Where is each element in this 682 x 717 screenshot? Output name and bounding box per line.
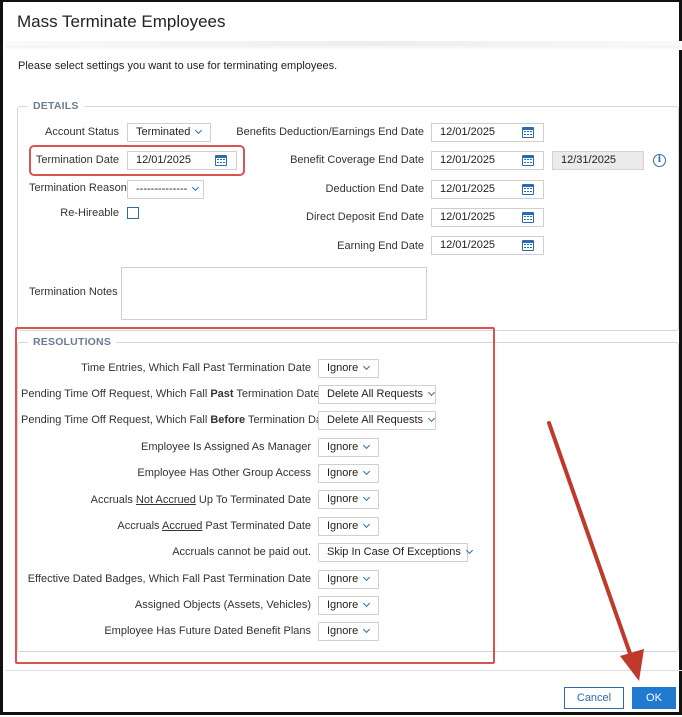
- re-hireable-checkbox[interactable]: [127, 207, 139, 219]
- chevron-down-icon: [195, 126, 203, 135]
- benefits-deduction-end-input[interactable]: 12/01/2025: [431, 123, 544, 142]
- termination-reason-select[interactable]: --------------: [127, 180, 204, 199]
- deduction-end-value: 12/01/2025: [440, 183, 496, 195]
- details-legend: DETAILS: [28, 100, 84, 112]
- termination-reason-value: --------------: [136, 183, 188, 195]
- calendar-icon[interactable]: [522, 155, 534, 166]
- title-divider-shade: [6, 46, 682, 50]
- benefit-coverage-end-value: 12/01/2025: [440, 154, 496, 166]
- earning-end-input[interactable]: 12/01/2025: [431, 236, 544, 255]
- account-status-value: Terminated: [136, 126, 191, 138]
- termination-reason-label: Termination Reason: [29, 182, 127, 194]
- chevron-down-icon: [192, 183, 200, 192]
- direct-deposit-end-value: 12/01/2025: [440, 211, 496, 223]
- direct-deposit-end-input[interactable]: 12/01/2025: [431, 208, 544, 227]
- benefit-coverage-end-label: Benefit Coverage End Date: [290, 154, 424, 166]
- instructions-text: Please select settings you want to use f…: [18, 60, 338, 72]
- cancel-button[interactable]: Cancel: [564, 687, 624, 709]
- direct-deposit-end-label: Direct Deposit End Date: [306, 211, 424, 223]
- benefits-deduction-end-label: Benefits Deduction/Earnings End Date: [236, 126, 424, 138]
- calendar-icon[interactable]: [522, 212, 534, 223]
- calendar-icon[interactable]: [522, 240, 534, 251]
- dialog-window: Mass Terminate Employees Please select s…: [0, 0, 682, 715]
- termination-notes-label: Termination Notes: [29, 286, 118, 298]
- calendar-icon[interactable]: [522, 127, 534, 138]
- benefit-coverage-end-readonly: 12/31/2025: [552, 151, 644, 170]
- dialog-title: Mass Terminate Employees: [17, 12, 226, 31]
- deduction-end-label: Deduction End Date: [325, 183, 424, 195]
- benefit-coverage-end-input[interactable]: 12/01/2025: [431, 151, 544, 170]
- benefit-coverage-end-secondary-value: 12/31/2025: [561, 154, 617, 166]
- earning-end-label: Earning End Date: [337, 240, 424, 252]
- re-hireable-label: Re-Hireable: [60, 207, 119, 219]
- resolutions-highlight: [15, 327, 495, 664]
- termination-notes-textarea[interactable]: [121, 267, 427, 320]
- earning-end-value: 12/01/2025: [440, 239, 496, 251]
- ok-button[interactable]: OK: [632, 687, 676, 709]
- deduction-end-input[interactable]: 12/01/2025: [431, 180, 544, 199]
- termination-date-highlight: [29, 145, 245, 176]
- calendar-icon[interactable]: [522, 184, 534, 195]
- benefits-deduction-end-value: 12/01/2025: [440, 126, 496, 138]
- account-status-select[interactable]: Terminated: [127, 123, 211, 142]
- footer-divider: [6, 670, 682, 671]
- info-icon[interactable]: i: [653, 154, 666, 167]
- account-status-label: Account Status: [45, 126, 119, 138]
